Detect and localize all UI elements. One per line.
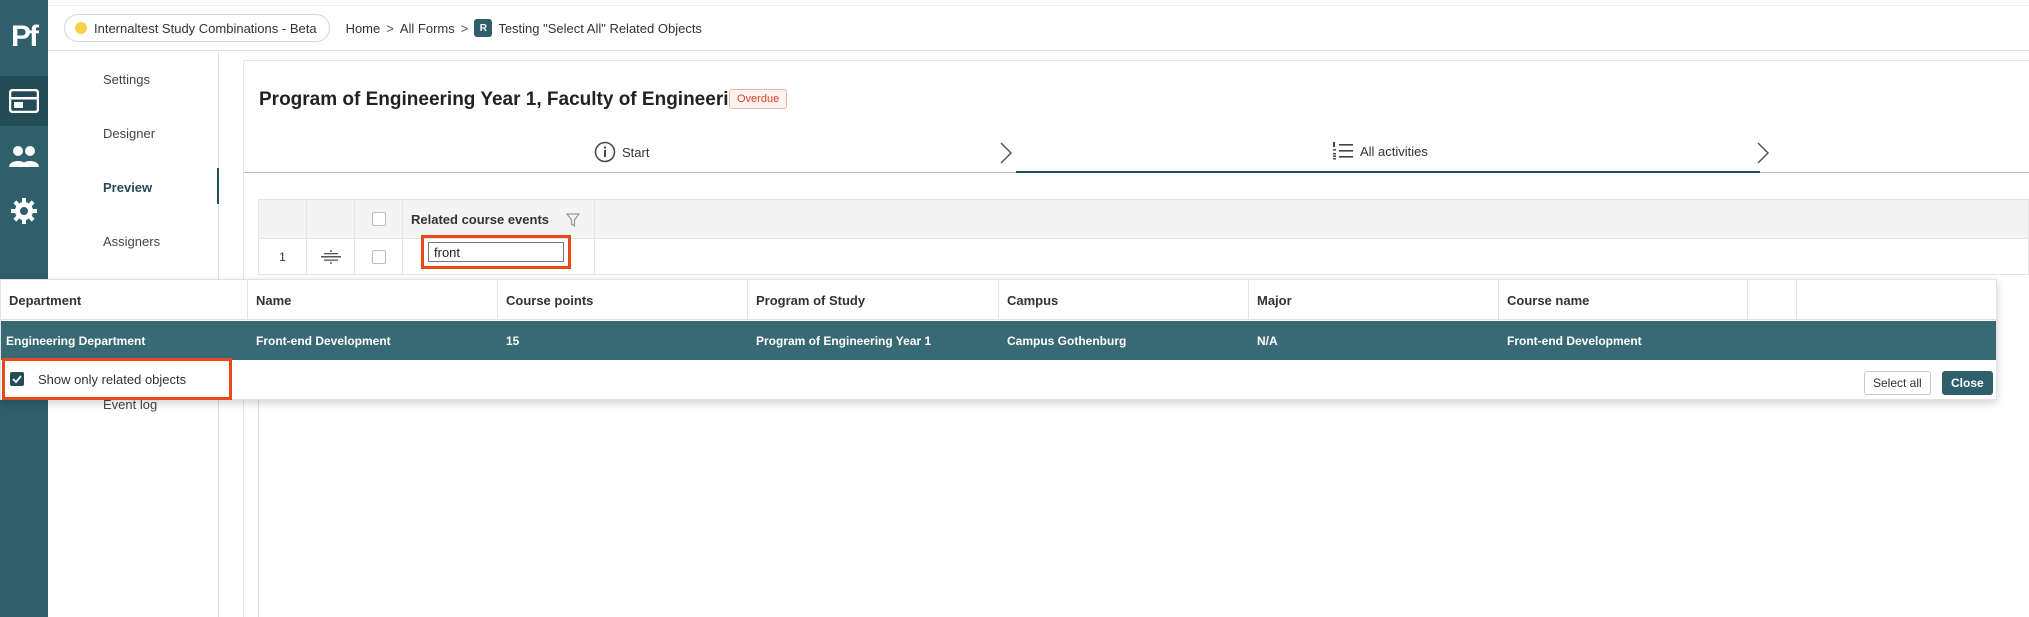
col-department[interactable]: Department [1,280,248,320]
column-header-label: Related course events [411,211,550,227]
info-icon [594,141,616,163]
chevron-right-icon [1000,142,1013,164]
gear-icon[interactable] [0,186,48,236]
breadcrumb-separator: > [386,20,394,36]
step-all-activities[interactable]: All activities [1332,141,1428,161]
nav-assigners[interactable]: Assigners [103,234,160,249]
nav-settings[interactable]: Settings [103,72,150,87]
row-checkbox[interactable] [371,249,386,264]
form-type-badge: R [474,19,493,37]
select-all-button[interactable]: Select all [1864,371,1931,395]
top-bar: Internaltest Study Combinations - Beta H… [48,5,2029,51]
row-number: 1 [259,239,307,274]
col-program-of-study[interactable]: Program of Study [748,280,999,320]
cell-name: Front-end Development [256,333,391,348]
app-logo[interactable]: Pf [0,12,48,62]
header-drag-cell [307,200,355,238]
step-label: Start [622,144,650,160]
breadcrumb: Home > All Forms > R Testing "Select All… [346,19,702,37]
nav-designer[interactable]: Designer [103,126,155,141]
nav-preview[interactable]: Preview [103,180,152,195]
col-extra [1748,280,1797,320]
related-events-search-input[interactable]: front [428,242,564,262]
filter-icon[interactable] [566,213,580,227]
list-item[interactable]: Engineering Department Front-end Develop… [1,321,1996,360]
show-only-related-checkbox[interactable] [10,372,24,386]
select-all-rows-checkbox[interactable] [371,212,386,226]
checkmark-icon [12,375,22,384]
cell-course-points: 15 [506,333,520,348]
step-nav: Start All activities [244,133,2029,173]
forms-icon[interactable] [0,76,48,126]
workspace-selector[interactable]: Internaltest Study Combinations - Beta [64,14,330,42]
breadcrumb-separator: > [460,20,469,36]
dropdown-header: Department Name Course points Program of… [1,280,1996,320]
col-major[interactable]: Major [1249,280,1499,320]
header-number-cell [259,200,307,238]
step-start[interactable]: Start [594,141,649,163]
status-dot-icon [75,22,87,34]
related-events-grid: Related course events 1 front [258,199,2029,275]
breadcrumb-current: Testing "Select All" Related Objects [498,20,702,36]
col-course-name[interactable]: Course name [1499,280,1748,320]
nav-active-indicator [217,168,219,204]
cell-campus: Campus Gothenburg [1007,333,1127,348]
search-input-highlight: front [421,235,571,269]
breadcrumb-home[interactable]: Home [346,21,381,36]
workspace-label: Internaltest Study Combinations - Beta [94,20,317,36]
breadcrumb-all-forms[interactable]: All Forms [400,21,455,36]
show-only-related-label: Show only related objects [38,371,187,387]
status-badge: Overdue [729,89,788,109]
show-only-related-toggle[interactable]: Show only related objects [2,358,232,400]
header-select-cell [355,200,403,238]
column-header-related-course-events[interactable]: Related course events [403,200,595,238]
cell-department: Engineering Department [6,333,146,348]
related-objects-dropdown: Department Name Course points Program of… [0,279,1997,400]
col-campus[interactable]: Campus [999,280,1249,320]
row-drag-handle[interactable] [307,239,355,274]
chevron-right-icon [1757,142,1770,164]
col-name[interactable]: Name [248,280,498,320]
step-label: All activities [1360,143,1428,159]
dropdown-footer [1,360,1996,401]
close-button[interactable]: Close [1942,371,1993,395]
grid-header: Related course events [258,199,2029,239]
cell-course-name: Front-end Development [1507,333,1642,348]
users-icon[interactable] [0,131,48,181]
row-select-cell [355,239,403,274]
active-step-indicator [1016,171,1760,173]
page-title: Program of Engineering Year 1, Faculty o… [259,89,752,110]
numbered-list-icon [1333,142,1353,160]
cell-major: N/A [1257,333,1278,348]
cell-program-of-study: Program of Engineering Year 1 [756,333,932,348]
col-course-points[interactable]: Course points [498,280,748,320]
drag-handle-icon [320,249,341,264]
